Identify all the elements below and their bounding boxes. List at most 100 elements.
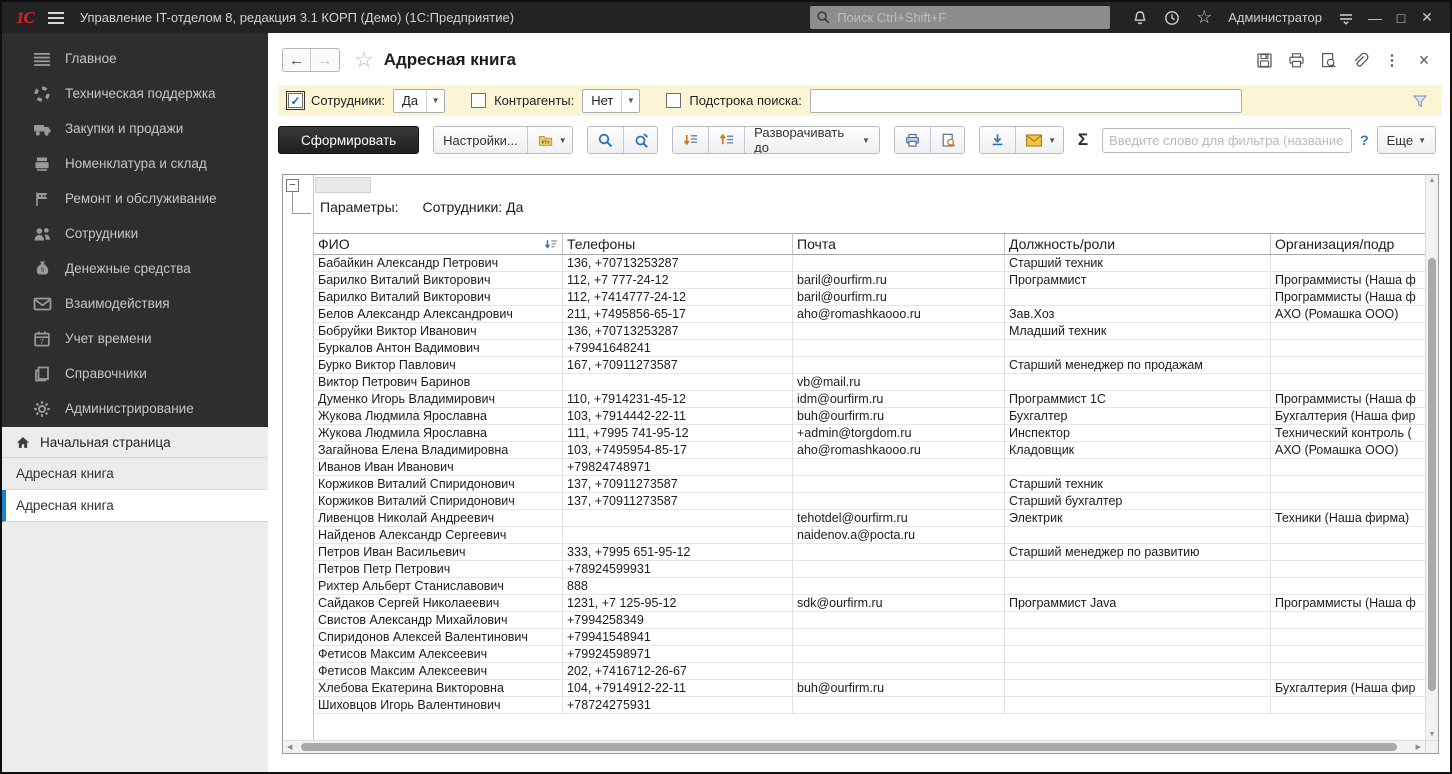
horizontal-scrollbar[interactable]: ◀ ▶ (283, 740, 1425, 753)
filter-funnel-icon[interactable] (1408, 89, 1432, 113)
sidebar-item[interactable]: s Денежные средства (2, 251, 268, 286)
vertical-scrollbar[interactable]: ▲ ▼ (1425, 175, 1438, 740)
table-row[interactable]: Рихтер Альберт Станиславович 888 (314, 578, 1425, 595)
find-button[interactable] (588, 127, 623, 153)
column-header-org[interactable]: Организация/подр (1271, 234, 1425, 254)
open-window-tab-2-active[interactable]: Адресная книга (2, 490, 268, 522)
more-button[interactable]: Еще ▼ (1378, 127, 1435, 153)
table-row[interactable]: Коржиков Виталий Спиридонович 137, +7091… (314, 476, 1425, 493)
table-row[interactable]: Барилко Виталий Викторович 112, +7414777… (314, 289, 1425, 306)
table-row[interactable]: Иванов Иван Иванович +79824748971 (314, 459, 1425, 476)
sidebar-item[interactable]: Главное (2, 41, 268, 76)
table-row[interactable]: Буркалов Антон Вадимович +79941648241 (314, 340, 1425, 357)
get-link-icon[interactable] (1348, 48, 1372, 72)
table-row[interactable]: Свистов Александр Михайлович +7994258349 (314, 612, 1425, 629)
column-header-phones[interactable]: Телефоны (563, 234, 793, 254)
scroll-left-icon[interactable]: ◀ (287, 741, 292, 753)
table-row[interactable]: Найденов Александр Сергеевич naidenov.a@… (314, 527, 1425, 544)
sidebar-item[interactable]: Сотрудники (2, 216, 268, 251)
sidebar-item[interactable]: Техническая поддержка (2, 76, 268, 111)
employees-select[interactable]: Да ▼ (393, 89, 445, 113)
table-row[interactable]: Шиховцов Игорь Валентинович +78724275931 (314, 697, 1425, 714)
generate-button[interactable]: Сформировать (278, 126, 419, 154)
close-window-button[interactable]: ✕ (1414, 9, 1440, 26)
horizontal-scroll-thumb[interactable] (301, 743, 1397, 751)
find-next-button[interactable] (623, 127, 658, 153)
column-header-fio[interactable]: ФИО (314, 234, 563, 254)
sidebar-item[interactable]: Справочники (2, 356, 268, 391)
table-row[interactable]: Бурко Виктор Павлович 167, +70911273587 … (314, 357, 1425, 374)
print-preview-icon[interactable] (1316, 48, 1340, 72)
sidebar-item-home[interactable]: Начальная страница (2, 427, 268, 458)
preview-button[interactable] (930, 127, 965, 153)
history-icon[interactable] (1161, 7, 1183, 29)
expand-to-button[interactable]: Разворачивать до ▼ (744, 127, 879, 153)
column-header-email[interactable]: Почта (793, 234, 1005, 254)
autosum-button[interactable]: Σ (1078, 130, 1088, 150)
collapse-groups-button[interactable] (708, 127, 744, 153)
filter-word-input[interactable] (1102, 128, 1352, 153)
global-search-input[interactable]: Поиск Ctrl+Shift+F (810, 6, 1110, 29)
notifications-bell-icon[interactable] (1129, 7, 1151, 29)
main-menu-icon[interactable] (48, 12, 64, 24)
more-commands-icon[interactable]: ⋮ (1380, 48, 1404, 72)
report-variants-button[interactable]: ▼ (527, 127, 573, 153)
org-cell (1271, 340, 1425, 356)
substring-checkbox[interactable] (666, 93, 681, 108)
sidebar-item[interactable]: Ремонт и обслуживание (2, 181, 268, 216)
table-row[interactable]: Коржиков Виталий Спиридонович 137, +7091… (314, 493, 1425, 510)
scroll-down-icon[interactable]: ▼ (1426, 731, 1438, 738)
scroll-right-icon[interactable]: ▶ (1416, 741, 1421, 753)
collapse-group-icon[interactable]: − (286, 179, 299, 192)
table-row[interactable]: Фетисов Максим Алексеевич +79924598971 (314, 646, 1425, 663)
table-row[interactable]: Бобруйки Виктор Иванович 136, +707132532… (314, 323, 1425, 340)
maximize-button[interactable]: □ (1388, 10, 1414, 26)
column-header-role[interactable]: Должность/роли (1005, 234, 1271, 254)
table-row[interactable]: Петров Петр Петрович +78924599931 (314, 561, 1425, 578)
table-row[interactable]: Жукова Людмила Ярославна 111, +7995 741-… (314, 425, 1425, 442)
table-row[interactable]: Спиридонов Алексей Валентинович +7994154… (314, 629, 1425, 646)
table-row[interactable]: Белов Александр Александрович 211, +7495… (314, 306, 1425, 323)
close-form-icon[interactable]: × (1412, 48, 1436, 72)
open-window-tab-1[interactable]: Адресная книга (2, 458, 268, 490)
favorites-star-icon[interactable]: ☆ (1193, 7, 1215, 29)
counterparties-checkbox[interactable] (471, 93, 486, 108)
minimize-button[interactable]: — (1362, 10, 1388, 26)
sidebar-item[interactable]: Номенклатура и склад (2, 146, 268, 181)
table-row[interactable]: Сайдаков Сергей Николаеевич 1231, +7 125… (314, 595, 1425, 612)
table-row[interactable]: Жукова Людмила Ярославна 103, +7914442-2… (314, 408, 1425, 425)
table-row[interactable]: Бабайкин Александр Петрович 136, +707132… (314, 255, 1425, 272)
role-cell: Младший техник (1005, 323, 1271, 339)
sidebar-item[interactable]: 7 Учет времени (2, 321, 268, 356)
table-row[interactable]: Хлебова Екатерина Викторовна 104, +79149… (314, 680, 1425, 697)
table-row[interactable]: Петров Иван Васильевич 333, +7995 651-95… (314, 544, 1425, 561)
table-row[interactable]: Виктор Петрович Баринов vb@mail.ru (314, 374, 1425, 391)
home-label: Начальная страница (40, 435, 171, 450)
service-menu-icon[interactable] (1335, 7, 1357, 29)
substring-input[interactable] (810, 89, 1242, 113)
employees-checkbox[interactable]: ✓ (288, 93, 303, 108)
forward-button[interactable]: → (311, 49, 339, 71)
expand-groups-button[interactable] (673, 127, 708, 153)
table-row[interactable]: Загайнова Елена Владимировна 103, +74959… (314, 442, 1425, 459)
print-button[interactable] (895, 127, 930, 153)
sidebar-item[interactable]: Взаимодействия (2, 286, 268, 321)
table-row[interactable]: Барилко Виталий Викторович 112, +7 777-2… (314, 272, 1425, 289)
table-row[interactable]: Ливенцов Николай Андреевич tehotdel@ourf… (314, 510, 1425, 527)
vertical-scroll-thumb[interactable] (1428, 258, 1436, 691)
sidebar-item[interactable]: Закупки и продажи (2, 111, 268, 146)
save-icon[interactable] (1252, 48, 1276, 72)
send-mail-button[interactable]: ▼ (1015, 127, 1064, 153)
save-result-button[interactable] (980, 127, 1015, 153)
table-row[interactable]: Фетисов Максим Алексеевич 202, +7416712-… (314, 663, 1425, 680)
add-to-favorites-star-icon[interactable]: ☆ (354, 47, 374, 73)
help-button[interactable]: ? (1360, 132, 1369, 148)
back-button[interactable]: ← (283, 49, 311, 71)
scroll-up-icon[interactable]: ▲ (1426, 177, 1438, 184)
counterparties-select[interactable]: Нет ▼ (582, 89, 640, 113)
table-row[interactable]: Думенко Игорь Владимирович 110, +7914231… (314, 391, 1425, 408)
sidebar-item[interactable]: Администрирование (2, 391, 268, 426)
settings-button[interactable]: Настройки... (434, 127, 527, 153)
current-user[interactable]: Администратор (1228, 10, 1322, 25)
print-icon[interactable] (1284, 48, 1308, 72)
